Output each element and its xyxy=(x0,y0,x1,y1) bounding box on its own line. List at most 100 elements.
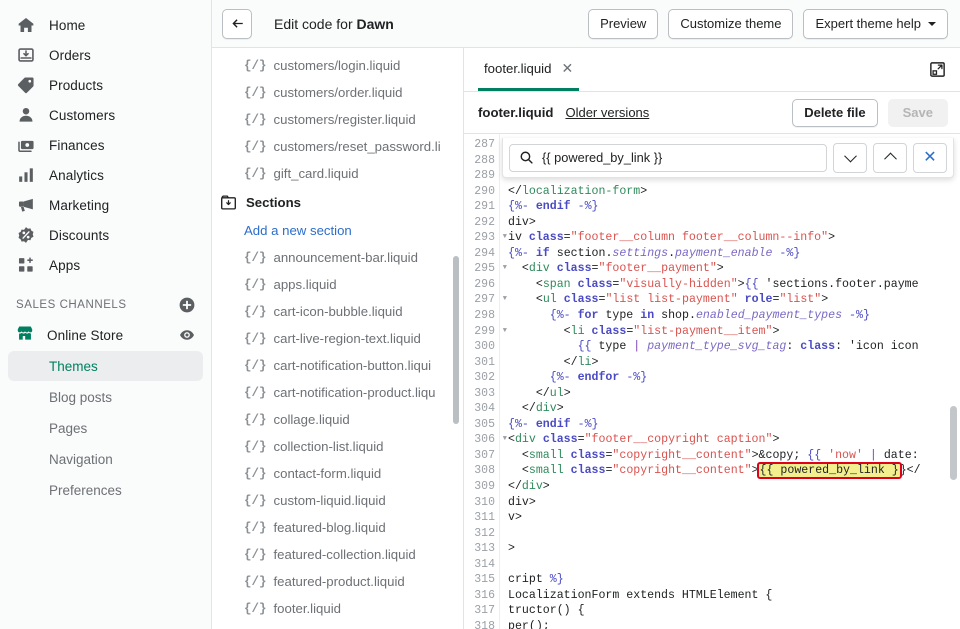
add-new-section-label: Add a new section xyxy=(244,223,352,238)
code-line[interactable]: iv class="footer__column footer__column-… xyxy=(508,230,960,246)
file-tree-panel[interactable]: {/} customers/login.liquid {/} customers/or… xyxy=(212,48,464,629)
code-line[interactable] xyxy=(508,557,960,573)
file-tree-item[interactable]: {/} customers/reset_password.li xyxy=(212,133,463,160)
find-close-button[interactable]: ✕ xyxy=(913,142,947,173)
sidebar-item-home[interactable]: Home xyxy=(8,10,203,40)
code-line[interactable]: <li class="list-payment__item"> xyxy=(508,324,960,340)
code-line[interactable]: <span class="visually-hidden">{{ 'sectio… xyxy=(508,277,960,293)
file-tree-item[interactable]: {/} cart-notification-button.liqui xyxy=(212,352,463,379)
code-line[interactable]: {%- endif -%} xyxy=(508,417,960,433)
file-tree-item[interactable]: {/} apps.liquid xyxy=(212,271,463,298)
file-tree-item[interactable]: {/} featured-collection.liquid xyxy=(212,541,463,568)
find-previous-button[interactable] xyxy=(873,142,907,173)
body-split: {/} customers/login.liquid {/} customers/or… xyxy=(212,48,960,629)
folder-sections[interactable]: Sections xyxy=(212,187,463,217)
add-new-section-link[interactable]: Add a new section xyxy=(212,217,463,244)
file-tree-item[interactable]: {/} footer.liquid xyxy=(212,595,463,622)
plus-circle-icon[interactable] xyxy=(179,297,195,313)
save-button-label: Save xyxy=(902,105,933,120)
sidebar-item-marketing[interactable]: Marketing xyxy=(8,190,203,220)
sidebar-item-online-store[interactable]: Online Store xyxy=(8,320,203,350)
file-tree-item[interactable]: {/} announcement-bar.liquid xyxy=(212,244,463,271)
older-versions-link[interactable]: Older versions xyxy=(565,105,649,120)
code-line[interactable]: </li> xyxy=(508,355,960,371)
search-input[interactable] xyxy=(542,150,817,165)
find-next-button[interactable] xyxy=(833,142,867,173)
code-line[interactable]: > xyxy=(508,541,960,557)
file-tree-item[interactable]: {/} collage.liquid xyxy=(212,406,463,433)
code-line[interactable]: </ul> xyxy=(508,386,960,402)
preview-button[interactable]: Preview xyxy=(588,8,659,39)
code-line[interactable]: <small class="copyright__content">&copy;… xyxy=(508,448,960,464)
file-tree-item[interactable]: {/} contact-form.liquid xyxy=(212,460,463,487)
sidebar-item-products[interactable]: Products xyxy=(8,70,203,100)
code-line[interactable]: {%- endfor -%} xyxy=(508,370,960,386)
sidebar-subitem-themes[interactable]: Themes xyxy=(8,351,203,381)
find-widget[interactable]: ✕ xyxy=(502,138,954,178)
code-line[interactable]: div> xyxy=(508,215,960,231)
code-line[interactable]: <ul class="list list-payment" role="list… xyxy=(508,292,960,308)
file-tree-item[interactable]: {/} collection-list.liquid xyxy=(212,433,463,460)
file-tree-item-label: cart-live-region-text.liquid xyxy=(273,331,421,346)
file-tree-item-label: customers/login.liquid xyxy=(273,58,401,73)
file-tree-item[interactable]: {/} cart-notification-product.liqu xyxy=(212,379,463,406)
code-line[interactable]: <div class="footer__payment"> xyxy=(508,261,960,277)
sidebar-item-orders[interactable]: Orders xyxy=(8,40,203,70)
code-line[interactable]: {%- for type in shop.enabled_payment_typ… xyxy=(508,308,960,324)
code-line[interactable]: {%- endif -%} xyxy=(508,199,960,215)
code-line[interactable]: <small class="copyright__content">{{ pow… xyxy=(508,462,960,480)
code-line[interactable] xyxy=(508,526,960,542)
code-area[interactable]: 287 288 289 290 291 292 293 ▼ 294 295 ▼ 296 297 ▼ 298 2… xyxy=(464,134,960,629)
search-input-wrapper[interactable] xyxy=(509,143,827,172)
close-icon[interactable]: ✕ xyxy=(561,61,573,75)
code-vertical-scrollbar[interactable] xyxy=(950,406,957,480)
file-tree-item[interactable]: {/} cart-icon-bubble.liquid xyxy=(212,298,463,325)
code-line[interactable]: </div> xyxy=(508,401,960,417)
delete-file-button[interactable]: Delete file xyxy=(792,98,878,127)
sidebar-subitem-blog-posts[interactable]: Blog posts xyxy=(8,382,203,412)
eye-icon[interactable] xyxy=(179,327,195,343)
sidebar-item-discounts[interactable]: Discounts xyxy=(8,220,203,250)
customize-theme-button[interactable]: Customize theme xyxy=(668,8,794,39)
sidebar-subitem-preferences[interactable]: Preferences xyxy=(8,475,203,505)
code-lines[interactable]: </localization-form> {%- endif -%} div> iv … xyxy=(500,134,960,629)
code-line[interactable]: LocalizationForm extends HTMLElement { xyxy=(508,588,960,604)
code-line[interactable]: </div> xyxy=(508,479,960,495)
code-line[interactable]: </localization-form> xyxy=(508,184,960,200)
file-tree-item-label: collage.liquid xyxy=(273,412,350,427)
file-tree-item[interactable]: {/} customers/order.liquid xyxy=(212,79,463,106)
liquid-file-icon: {/} xyxy=(244,85,267,100)
code-line[interactable]: {{ type | payment_type_svg_tag: class: '… xyxy=(508,339,960,355)
code-line[interactable]: div> xyxy=(508,495,960,511)
folder-sections-label: Sections xyxy=(246,194,301,210)
file-tree-item[interactable]: {/} customers/register.liquid xyxy=(212,106,463,133)
app-root: Home Orders Products Customers Finances Analy… xyxy=(0,0,960,629)
file-tree-item[interactable]: {/} cart-live-region-text.liquid xyxy=(212,325,463,352)
sidebar-subitem-navigation[interactable]: Navigation xyxy=(8,444,203,474)
code-line[interactable]: cript %} xyxy=(508,572,960,588)
tab-footer-liquid[interactable]: footer.liquid ✕ xyxy=(478,48,580,91)
expand-fullscreen-icon[interactable] xyxy=(929,48,960,91)
code-line[interactable]: per(); xyxy=(508,619,960,629)
back-button[interactable] xyxy=(222,8,252,39)
file-tree-item[interactable]: {/} gift_card.liquid xyxy=(212,160,463,187)
sidebar-item-customers[interactable]: Customers xyxy=(8,100,203,130)
sidebar-item-finances[interactable]: Finances xyxy=(8,130,203,160)
sidebar-item-apps[interactable]: Apps xyxy=(8,250,203,280)
expert-theme-help-button[interactable]: Expert theme help xyxy=(803,8,948,39)
code-line[interactable]: tructor() { xyxy=(508,603,960,619)
code-line[interactable]: v> xyxy=(508,510,960,526)
file-tree-scrollbar[interactable] xyxy=(453,256,459,424)
file-tree-item[interactable]: {/} customers/login.liquid xyxy=(212,52,463,79)
sidebar-item-label: Discounts xyxy=(49,227,110,243)
sidebar-subitem-pages[interactable]: Pages xyxy=(8,413,203,443)
code-line[interactable]: {%- if section.settings.payment_enable -… xyxy=(508,246,960,262)
code-line[interactable]: <div class="footer__copyright caption"> xyxy=(508,432,960,448)
file-tree-item[interactable]: {/} featured-blog.liquid xyxy=(212,514,463,541)
sidebar-item-analytics[interactable]: Analytics xyxy=(8,160,203,190)
line-number: 318 xyxy=(474,619,495,629)
liquid-file-icon: {/} xyxy=(244,385,267,400)
file-tree-item[interactable]: {/} featured-product.liquid xyxy=(212,568,463,595)
file-tree-item[interactable]: {/} custom-liquid.liquid xyxy=(212,487,463,514)
products-tag-icon xyxy=(16,75,36,95)
